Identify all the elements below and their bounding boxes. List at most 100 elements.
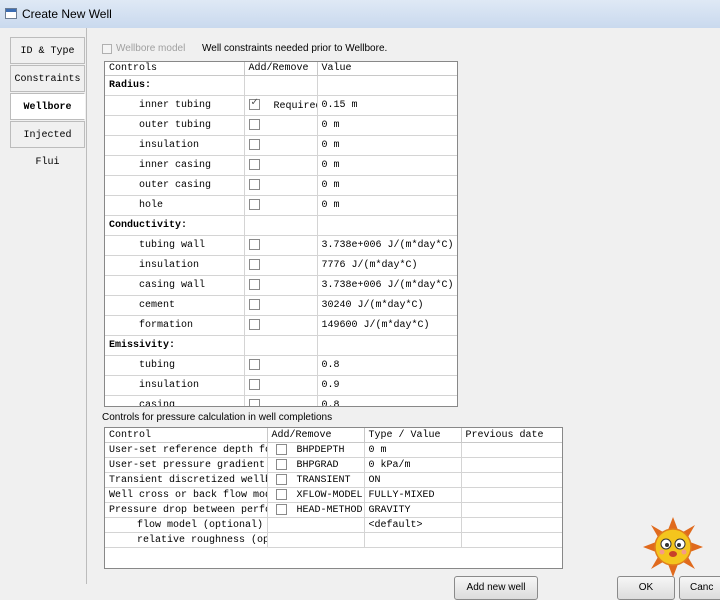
add-remove-checkbox[interactable]: [248, 199, 260, 211]
table-row: insulation 0 m: [105, 135, 457, 156]
group-row: Conductivity:: [105, 215, 457, 236]
cancel-button[interactable]: Canc: [679, 576, 720, 600]
column-header-controls[interactable]: Controls: [105, 62, 245, 76]
previous-date-cell: [461, 487, 562, 503]
column-header-pressure-add-remove[interactable]: Add/Remove: [267, 428, 365, 443]
add-remove-checkbox[interactable]: [248, 319, 260, 331]
group-row: Emissivity:: [105, 335, 457, 356]
type-value-cell[interactable]: 0 m: [364, 442, 462, 458]
add-remove-checkbox[interactable]: [248, 119, 260, 131]
table-row: relative roughness (op...: [105, 532, 562, 548]
add-remove-checkbox[interactable]: [248, 399, 260, 406]
add-remove-cell: [244, 115, 318, 136]
previous-date-cell: [461, 442, 562, 458]
value-cell[interactable]: 0.8: [317, 355, 457, 376]
add-remove-checkbox[interactable]: [248, 359, 260, 371]
add-remove-checkbox[interactable]: [248, 299, 260, 311]
add-remove-cell: [244, 75, 318, 96]
table-row: inner tubing Required0.15 m: [105, 95, 457, 116]
add-new-well-button[interactable]: Add new well: [454, 576, 538, 600]
add-remove-checkbox[interactable]: [275, 473, 287, 485]
add-remove-cell: [244, 335, 318, 356]
column-header-value[interactable]: Value: [317, 62, 457, 76]
add-remove-cell: [244, 215, 318, 236]
add-remove-cell: [244, 235, 318, 256]
group-label: Conductivity:: [105, 215, 245, 236]
control-label: outer casing: [105, 175, 245, 196]
add-remove-cell: [244, 275, 318, 296]
add-remove-checkbox[interactable]: [275, 503, 287, 515]
add-remove-checkbox[interactable]: [248, 179, 260, 191]
tab-wellbore[interactable]: Wellbore: [10, 93, 85, 120]
add-remove-checkbox[interactable]: [275, 488, 287, 500]
pressure-grid: Control Add/Remove Type / Value Previous…: [104, 427, 563, 569]
value-cell[interactable]: 7776 J/(m*day*C): [317, 255, 457, 276]
constraints-header-row: Controls Add/Remove Value: [105, 62, 457, 76]
type-value-cell[interactable]: [364, 532, 462, 548]
type-value-cell[interactable]: GRAVITY: [364, 502, 462, 518]
control-label: inner tubing: [105, 95, 245, 116]
value-cell[interactable]: 149600 J/(m*day*C): [317, 315, 457, 336]
add-remove-checkbox[interactable]: [248, 259, 260, 271]
required-label: Required: [273, 100, 317, 112]
wellbore-note: Well constraints needed prior to Wellbor…: [202, 43, 388, 54]
type-value-cell[interactable]: 0 kPa/m: [364, 457, 462, 473]
control-label: tubing: [105, 355, 245, 376]
add-remove-cell: Required: [244, 95, 318, 116]
control-label: User-set pressure gradient f...: [105, 457, 268, 473]
ok-button[interactable]: OK: [617, 576, 675, 600]
table-row: insulation 0.9: [105, 375, 457, 396]
column-header-add-remove[interactable]: Add/Remove: [244, 62, 318, 76]
value-cell[interactable]: 0 m: [317, 135, 457, 156]
table-row: formation 149600 J/(m*day*C): [105, 315, 457, 336]
column-header-type-value[interactable]: Type / Value: [364, 428, 462, 443]
keyword-label: TRANSIENT: [296, 475, 351, 487]
add-remove-cell: [244, 195, 318, 216]
add-remove-checkbox[interactable]: [275, 443, 287, 455]
column-header-control[interactable]: Control: [105, 428, 268, 443]
previous-date-cell: [461, 532, 562, 548]
table-row: outer casing 0 m: [105, 175, 457, 196]
tab-id-type[interactable]: ID & Type: [10, 37, 85, 64]
add-remove-checkbox[interactable]: [248, 159, 260, 171]
value-cell[interactable]: 0.15 m: [317, 95, 457, 116]
wellbore-model-checkbox[interactable]: [102, 44, 112, 54]
value-cell[interactable]: 0 m: [317, 155, 457, 176]
type-value-cell[interactable]: <default>: [364, 517, 462, 533]
value-cell[interactable]: 0 m: [317, 195, 457, 216]
add-remove-cell: [267, 532, 365, 548]
value-cell[interactable]: 0 m: [317, 115, 457, 136]
value-cell[interactable]: 0.8: [317, 395, 457, 406]
column-header-previous-date[interactable]: Previous date: [461, 428, 562, 443]
control-label: flow model (optional): [105, 517, 268, 533]
tab-constraints[interactable]: Constraints: [10, 65, 85, 92]
tab-injected-fluid[interactable]: Injected Flui: [10, 121, 85, 168]
value-cell[interactable]: 0 m: [317, 175, 457, 196]
type-value-cell[interactable]: ON: [364, 472, 462, 488]
previous-date-cell: [461, 502, 562, 518]
pressure-section-title: Controls for pressure calculation in wel…: [102, 412, 333, 423]
table-row: outer tubing 0 m: [105, 115, 457, 136]
add-remove-checkbox[interactable]: [248, 139, 260, 151]
add-remove-checkbox[interactable]: [248, 279, 260, 291]
table-row: tubing wall 3.738e+006 J/(m*day*C): [105, 235, 457, 256]
add-remove-checkbox[interactable]: [248, 97, 260, 111]
table-row: inner casing 0 m: [105, 155, 457, 176]
value-cell[interactable]: 30240 J/(m*day*C): [317, 295, 457, 316]
add-remove-checkbox[interactable]: [275, 458, 287, 470]
table-row: casing 0.8: [105, 395, 457, 406]
control-label: Transient discretized wellbore: [105, 472, 268, 488]
table-row: tubing 0.8: [105, 355, 457, 376]
add-remove-checkbox[interactable]: [248, 379, 260, 391]
table-row: casing wall 3.738e+006 J/(m*day*C): [105, 275, 457, 296]
type-value-cell[interactable]: FULLY-MIXED: [364, 487, 462, 503]
add-remove-checkbox[interactable]: [248, 239, 260, 251]
control-label: tubing wall: [105, 235, 245, 256]
control-label: hole: [105, 195, 245, 216]
value-cell[interactable]: 3.738e+006 J/(m*day*C): [317, 275, 457, 296]
keyword-label: XFLOW-MODEL: [296, 490, 363, 502]
table-row: User-set reference depth for... BHPDEPTH 0…: [105, 442, 562, 458]
value-cell[interactable]: 0.9: [317, 375, 457, 396]
value-cell[interactable]: 3.738e+006 J/(m*day*C): [317, 235, 457, 256]
table-row: Transient discretized wellbore TRANSIENT O…: [105, 472, 562, 488]
